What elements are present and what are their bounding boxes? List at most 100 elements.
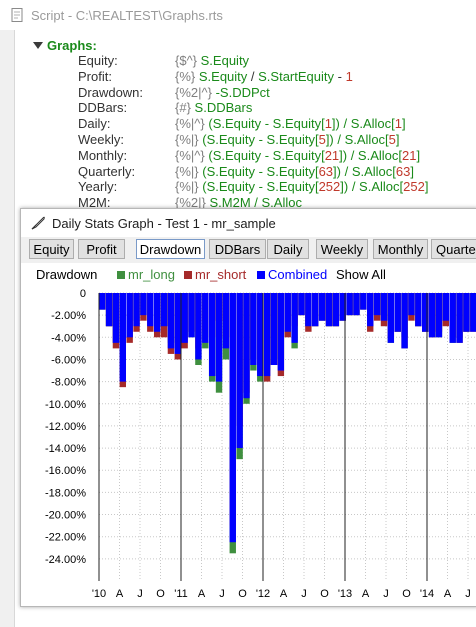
drawdown-bar-combined <box>298 293 305 316</box>
legend-item-mr-short[interactable]: mr_short <box>184 268 246 282</box>
tab-profit[interactable]: Profit <box>78 239 125 259</box>
drawdown-bar-combined <box>463 293 470 332</box>
tab-daily[interactable]: Daily <box>267 239 309 259</box>
legend-item-combined[interactable]: Combined <box>257 268 327 282</box>
drawdown-bar-combined <box>99 293 106 310</box>
tab-monthly[interactable]: Monthly <box>373 239 428 259</box>
code-expression: {#} S.DDBars <box>175 100 252 115</box>
legend-title: Drawdown <box>36 267 98 282</box>
script-titlebar[interactable]: Script - C:\REALTEST\Graphs.rts <box>0 0 476 31</box>
drawdown-bar-combined <box>394 293 401 332</box>
code-token: 1 <box>324 116 332 132</box>
drawdown-bar-combined <box>373 293 381 316</box>
show-all-toggle[interactable]: Show All <box>336 268 386 282</box>
code-token: 21 <box>324 147 340 163</box>
drawdown-bar-combined <box>147 293 154 327</box>
code-token: 1 <box>345 68 353 84</box>
code-token: 252 <box>318 179 341 195</box>
legend-label: mr_long <box>128 267 175 282</box>
code-token: S.Equity <box>200 53 250 68</box>
code-expression: {%} S.Equity / S.StartEquity - 1 <box>175 69 353 84</box>
drawdown-bar-combined <box>401 293 408 349</box>
code-token: 1 <box>394 116 403 132</box>
code-token: -S.DDPct <box>215 84 270 100</box>
chart-legend: Drawdown mr_long mr_short Combined Show … <box>21 263 476 285</box>
code-token: ]) / S.Alloc[ <box>339 147 403 163</box>
drawdown-bar-combined <box>442 293 450 321</box>
format-spec: {%2|^} <box>175 84 212 100</box>
x-tick-label: '12 <box>256 588 270 600</box>
drawdown-bar-combined <box>174 293 181 354</box>
x-tick-label: J <box>301 588 307 600</box>
code-token: 63 <box>318 163 334 179</box>
drawdown-bar-combined <box>312 293 319 327</box>
legend-swatch <box>117 270 125 279</box>
code-expression: {%|} (S.Equity - S.Equity[5]) / S.Alloc[… <box>175 132 400 147</box>
tab-drawdown[interactable]: Drawdown <box>136 239 205 259</box>
graph-titlebar[interactable]: Daily Stats Graph - Test 1 - mr_sample <box>21 209 476 237</box>
drawdown-bar-combined <box>353 293 360 316</box>
y-tick-label: -8.00% <box>51 377 86 389</box>
drawdown-bar-combined <box>408 293 415 316</box>
tab-equity[interactable]: Equity <box>29 239 74 259</box>
code-token: S.DDBars <box>194 100 253 116</box>
y-tick-label: -24.00% <box>45 554 86 566</box>
format-spec: {%|^} <box>175 116 205 132</box>
legend-label: Combined <box>268 267 328 282</box>
y-tick-label: -20.00% <box>45 510 86 522</box>
editor-gutter <box>0 30 15 627</box>
code-token: - <box>334 68 346 84</box>
drawdown-bar-combined <box>367 293 374 327</box>
drawdown-bar-combined <box>470 293 476 332</box>
format-spec: {$^} <box>175 53 198 68</box>
y-tick-label: -22.00% <box>45 532 86 544</box>
code-expression: {%2|^} -S.DDPct <box>175 85 270 100</box>
x-tick-label: J <box>137 588 143 600</box>
x-tick-label: '14 <box>420 588 434 600</box>
drawdown-bar-combined <box>456 293 463 343</box>
drawdown-bar-combined <box>160 293 168 327</box>
x-tick-label: J <box>465 588 471 600</box>
tab-weekly[interactable]: Weekly <box>316 239 368 259</box>
legend-label: mr_short <box>195 267 247 282</box>
code-label: Drawdown: <box>78 84 144 100</box>
drawdown-bar-combined <box>188 293 195 338</box>
x-tick-label: A <box>362 588 370 600</box>
legend-item-mr-long[interactable]: mr_long <box>117 268 175 282</box>
code-label: Yearly: <box>78 179 118 195</box>
x-tick-label: O <box>156 588 165 600</box>
y-tick-label: 0 <box>80 288 86 300</box>
code-label: Profit: <box>78 68 112 84</box>
code-token: ] <box>416 147 421 163</box>
code-token: / <box>247 68 259 84</box>
drawdown-bar-combined <box>305 293 312 327</box>
code-token: ]) / S.Alloc[ <box>331 116 395 132</box>
y-tick-label: -18.00% <box>45 487 86 499</box>
x-tick-label: A <box>198 588 206 600</box>
tab-quarterly[interactable]: Quarte <box>431 239 476 259</box>
drawdown-bar-combined <box>181 293 188 343</box>
drawdown-bar-combined <box>208 293 216 377</box>
script-document-icon <box>11 8 23 22</box>
drawdown-bar-combined <box>346 293 353 316</box>
drawdown-bar-combined <box>250 293 257 365</box>
drawdown-bar-combined <box>167 293 175 349</box>
x-tick-label: J <box>383 588 389 600</box>
drawdown-bar-combined <box>332 293 340 327</box>
code-token: 21 <box>402 147 417 163</box>
drawdown-bar-combined <box>263 293 271 377</box>
tab-ddbars[interactable]: DDBars <box>209 239 266 259</box>
drawdown-bar-combined <box>380 293 388 321</box>
collapse-triangle-icon[interactable] <box>33 42 43 49</box>
drawdown-bar-combined <box>105 293 113 327</box>
drawdown-bar-combined <box>360 293 367 310</box>
code-label: Daily: <box>78 116 111 132</box>
code-token: 252 <box>403 179 425 195</box>
drawdown-chart[interactable]: 0 -2.00% -4.00% -6.00% -8.00% -10.00% -12.00% -… <box>21 285 476 605</box>
drawdown-bar-combined <box>243 293 250 399</box>
y-tick-label: -4.00% <box>51 332 86 344</box>
graph-tabbar: Equity Profit Drawdown DDBars Daily Week… <box>21 237 476 263</box>
drawdown-bar-combined <box>415 293 422 327</box>
drawdown-bar-combined <box>291 293 298 343</box>
code-token: (S.Equity - S.Equity[ <box>202 132 319 147</box>
